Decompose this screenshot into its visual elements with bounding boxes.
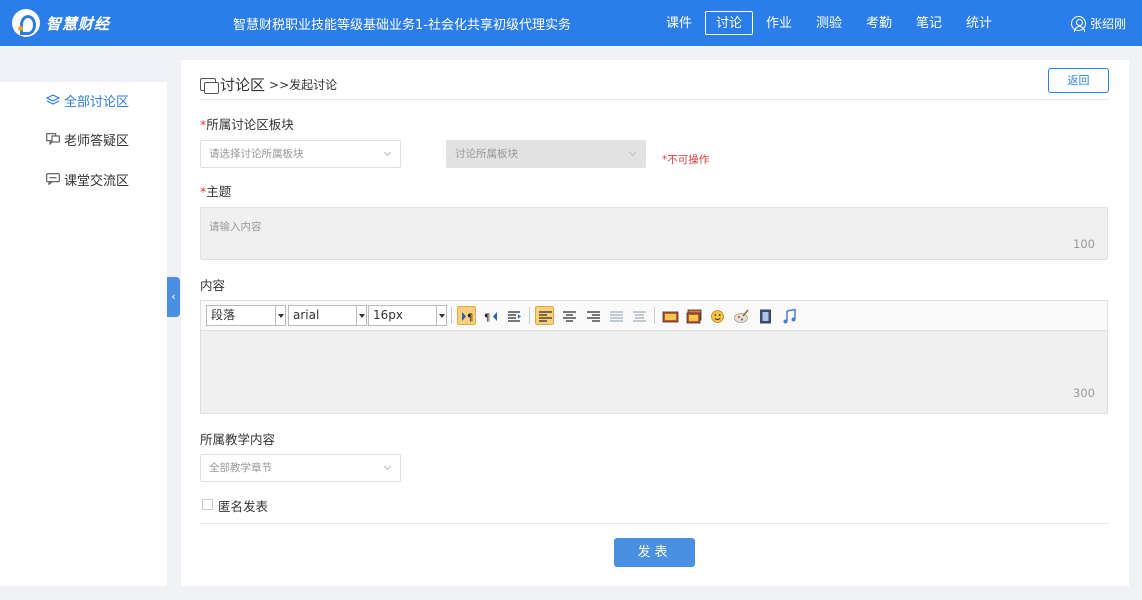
gallery-icon: [686, 309, 702, 324]
dropdown-arrow-icon: [356, 306, 366, 325]
justify-button[interactable]: [606, 306, 625, 325]
nav-attendance[interactable]: 考勤: [855, 11, 903, 35]
svg-text:¶: ¶: [484, 313, 490, 324]
scrawl-icon: [734, 309, 749, 323]
page-title: 讨论区: [220, 75, 266, 94]
font-size-select[interactable]: 16px: [368, 305, 447, 326]
section-label: *所属讨论区板块: [200, 117, 294, 132]
video-icon: [760, 309, 771, 324]
sidebar-item-label: 老师答疑区: [64, 133, 130, 149]
rtl-button[interactable]: ¶: [481, 306, 500, 325]
subsection-select: 讨论所属板块: [446, 140, 646, 168]
align-justify-center-icon: [633, 311, 646, 322]
breadcrumb: >>发起讨论: [269, 77, 338, 92]
sidebar-collapse-button[interactable]: ‹: [167, 277, 180, 317]
course-title: 智慧财税职业技能等级基础业务1-社会化共享初级代理实务: [233, 18, 571, 33]
toolbar-separator: [529, 307, 530, 324]
message-icon: [46, 173, 60, 185]
divider: [200, 523, 1109, 524]
teaching-chapter-select[interactable]: 全部教学章节: [200, 454, 401, 482]
divider: [200, 99, 1109, 100]
sidebar-item-label: 全部讨论区: [64, 94, 130, 110]
content-char-limit: 300: [1073, 386, 1095, 400]
nav-homework[interactable]: 作业: [755, 11, 803, 35]
rtl-icon: ¶: [484, 312, 497, 324]
toolbar-separator: [451, 307, 452, 324]
indent-icon: [508, 311, 521, 322]
music-icon: [783, 308, 796, 324]
insert-gallery-button[interactable]: [684, 306, 703, 325]
sidebar-header-strip: [0, 60, 167, 82]
layers-icon: [46, 94, 60, 105]
topic-placeholder: 请输入内容: [209, 221, 262, 233]
ltr-button[interactable]: ¶: [457, 306, 476, 325]
nav-notes[interactable]: 笔记: [905, 11, 953, 35]
dropdown-arrow-icon: [275, 306, 285, 325]
align-left-button[interactable]: [535, 306, 554, 325]
image-icon: [662, 311, 679, 323]
svg-text:¶: ¶: [467, 313, 473, 324]
nav-statistics[interactable]: 统计: [955, 11, 1003, 35]
align-right-icon: [587, 311, 600, 322]
insert-image-button[interactable]: [660, 306, 679, 325]
user-menu[interactable]: 张绍刚: [1071, 15, 1126, 32]
chevron-left-icon: ‹: [171, 290, 176, 303]
anonymous-label: 匿名发表: [218, 499, 269, 514]
justify-icon: [610, 311, 623, 322]
align-left-icon: [539, 311, 552, 322]
rich-text-editor: 段落 arial 16px ¶ ¶ 300: [200, 300, 1108, 414]
font-family-select[interactable]: arial: [288, 305, 367, 326]
sidebar-item-class-exchange[interactable]: 课堂交流区: [0, 161, 167, 197]
align-right-button[interactable]: [583, 306, 602, 325]
nav-quiz[interactable]: 测验: [805, 11, 853, 35]
page-header: 讨论区 >>发起讨论: [200, 72, 337, 96]
anonymous-checkbox[interactable]: [202, 499, 213, 510]
content-label: 内容: [200, 278, 226, 293]
back-button[interactable]: 返回: [1048, 68, 1109, 93]
toolbar-separator: [654, 307, 655, 324]
sidebar-item-teacher-qa[interactable]: 老师答疑区: [0, 121, 167, 157]
scrawl-button[interactable]: [731, 306, 750, 325]
topic-char-limit: 100: [1073, 237, 1095, 251]
chat-bubble-icon: [46, 133, 60, 145]
section-select[interactable]: 请选择讨论所属板块: [200, 140, 401, 168]
chevron-down-icon: [628, 148, 637, 157]
sidebar-item-label: 课堂交流区: [64, 173, 130, 189]
topic-input[interactable]: 请输入内容 100: [200, 207, 1108, 260]
editor-content-area[interactable]: 300: [201, 332, 1107, 413]
editor-toolbar: 段落 arial 16px ¶ ¶: [201, 301, 1107, 331]
logo-icon: [12, 9, 40, 37]
user-icon: [1071, 16, 1086, 32]
indent-button[interactable]: [504, 306, 523, 325]
topic-label: *主题: [200, 184, 232, 199]
chevron-down-icon: [383, 462, 392, 471]
discussion-icon: [200, 77, 219, 94]
align-center-icon: [563, 311, 576, 322]
teaching-content-label: 所属教学内容: [200, 432, 276, 447]
align-justify-center-button[interactable]: [629, 306, 648, 325]
sidebar-item-all-discussions[interactable]: 全部讨论区: [0, 82, 167, 118]
align-center-button[interactable]: [559, 306, 578, 325]
top-navbar: 智慧财经 智慧财税职业技能等级基础业务1-社会化共享初级代理实务 课件 讨论 作…: [0, 0, 1142, 46]
chevron-down-icon: [383, 148, 392, 157]
logo[interactable]: 智慧财经: [12, 9, 110, 37]
logo-text: 智慧财经: [46, 14, 111, 33]
main-nav: 课件 讨论 作业 测验 考勤 笔记 统计: [655, 11, 1005, 35]
emoji-icon: [711, 310, 724, 323]
insert-emoji-button[interactable]: [707, 306, 726, 325]
ltr-icon: ¶: [462, 312, 473, 324]
paragraph-select[interactable]: 段落: [206, 305, 286, 326]
insert-music-button[interactable]: [779, 306, 798, 325]
not-operable-note: *不可操作: [662, 154, 710, 166]
nav-courseware[interactable]: 课件: [655, 11, 703, 35]
dropdown-arrow-icon: [436, 306, 446, 325]
nav-discussion[interactable]: 讨论: [705, 11, 753, 35]
user-name: 张绍刚: [1090, 17, 1127, 31]
main-panel: 讨论区 >>发起讨论 返回 *所属讨论区板块 请选择讨论所属板块 讨论所属板块 …: [181, 60, 1129, 586]
submit-button[interactable]: 发表: [614, 538, 695, 567]
insert-video-button[interactable]: [755, 306, 774, 325]
